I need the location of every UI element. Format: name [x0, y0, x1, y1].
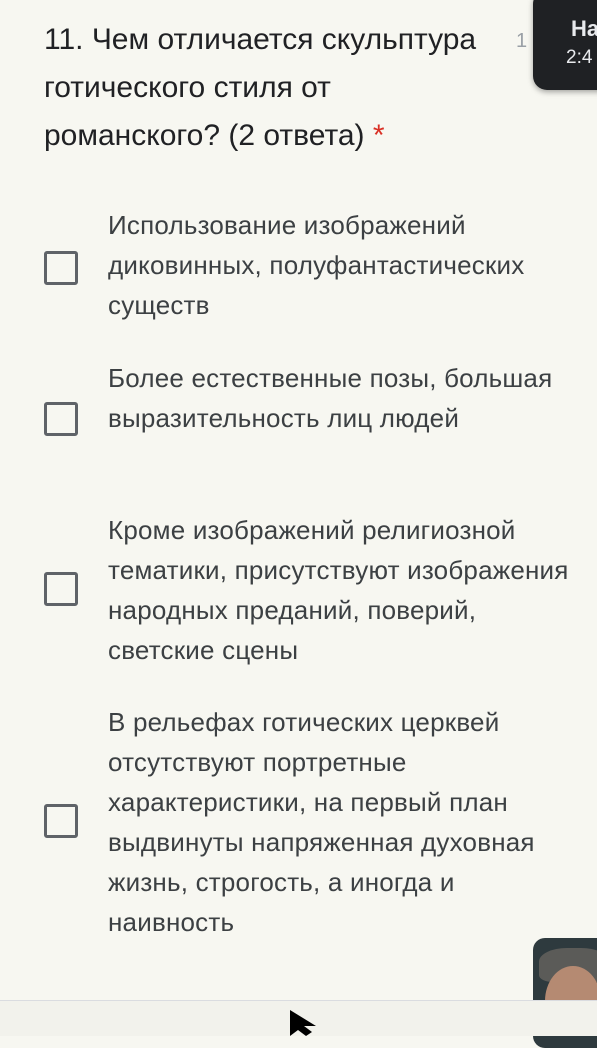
checkbox[interactable]	[44, 572, 78, 606]
checkbox[interactable]	[44, 804, 78, 838]
option-label[interactable]: Кроме изображений религиозной тематики, …	[108, 510, 588, 670]
points-label: 1	[516, 30, 528, 52]
question-text: 11. Чем отличается скульптура готическог…	[44, 23, 477, 152]
checkbox[interactable]	[44, 402, 78, 436]
mouse-pointer-icon	[290, 1010, 316, 1036]
option-label[interactable]: В рельефах готических церквей отсутствую…	[108, 702, 588, 942]
option-label[interactable]: Использование изображений диковинных, по…	[108, 205, 588, 325]
option-label[interactable]: Более естественные позы, большая выразит…	[108, 358, 588, 438]
required-asterisk: *	[372, 119, 385, 152]
notification-time: 2:4	[566, 47, 593, 68]
checkbox[interactable]	[44, 251, 78, 285]
notification-title: На	[571, 16, 597, 41]
notification-popup[interactable]: На 2:4	[533, 0, 597, 90]
question-title: 11. Чем отличается скульптура готическог…	[44, 16, 514, 160]
